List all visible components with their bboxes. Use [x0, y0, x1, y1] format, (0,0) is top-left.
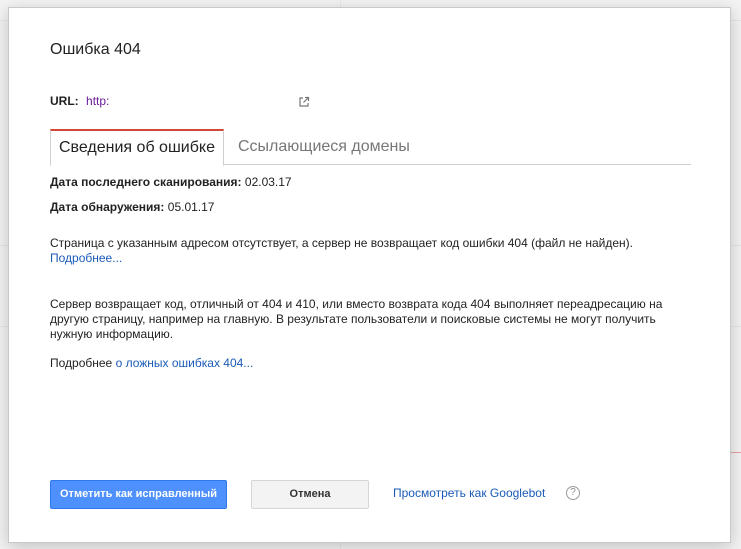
tab-error-details[interactable]: Сведения об ошибке	[50, 129, 224, 166]
detected-value: 05.01.17	[167, 200, 215, 214]
detected-label: Дата обнаружения:	[50, 200, 165, 214]
error-details-dialog: Ошибка 404 URL: http: Сведения об ошибке…	[8, 7, 731, 543]
tab-linking-domains[interactable]: Ссылающиеся домены	[230, 129, 418, 165]
last-crawl-value: 02.03.17	[244, 175, 292, 189]
soft404-more-link[interactable]: о ложных ошибках 404...	[116, 356, 254, 370]
more-info-link[interactable]: Подробнее...	[50, 251, 122, 265]
error-description: Страница с указанным адресом отсутствует…	[50, 236, 700, 266]
tab-bar: Сведения об ошибке Ссылающиеся домены	[50, 129, 691, 166]
mark-fixed-button[interactable]: Отметить как исправленный	[50, 480, 227, 509]
error-description-text: Страница с указанным адресом отсутствует…	[50, 236, 633, 250]
background-accent-line	[730, 452, 741, 453]
soft404-more-row: Подробнее о ложных ошибках 404...	[50, 356, 700, 371]
soft404-explanation: Сервер возвращает код, отличный от 404 и…	[50, 297, 663, 341]
dialog-title: Ошибка 404	[50, 41, 141, 58]
external-link-icon[interactable]	[298, 96, 310, 108]
cancel-button[interactable]: Отмена	[251, 480, 369, 509]
last-crawl-label: Дата последнего сканирования:	[50, 175, 242, 189]
last-crawl-row: Дата последнего сканирования: 02.03.17	[50, 175, 292, 189]
fetch-as-googlebot-link[interactable]: Просмотреть как Googlebot	[393, 486, 545, 500]
detected-row: Дата обнаружения: 05.01.17	[50, 200, 214, 214]
url-label: URL:	[50, 94, 79, 108]
url-row: URL: http:	[50, 94, 109, 108]
url-link[interactable]: http:	[86, 94, 109, 108]
soft404-more-prefix: Подробнее	[50, 356, 113, 370]
help-icon[interactable]: ?	[566, 486, 580, 500]
